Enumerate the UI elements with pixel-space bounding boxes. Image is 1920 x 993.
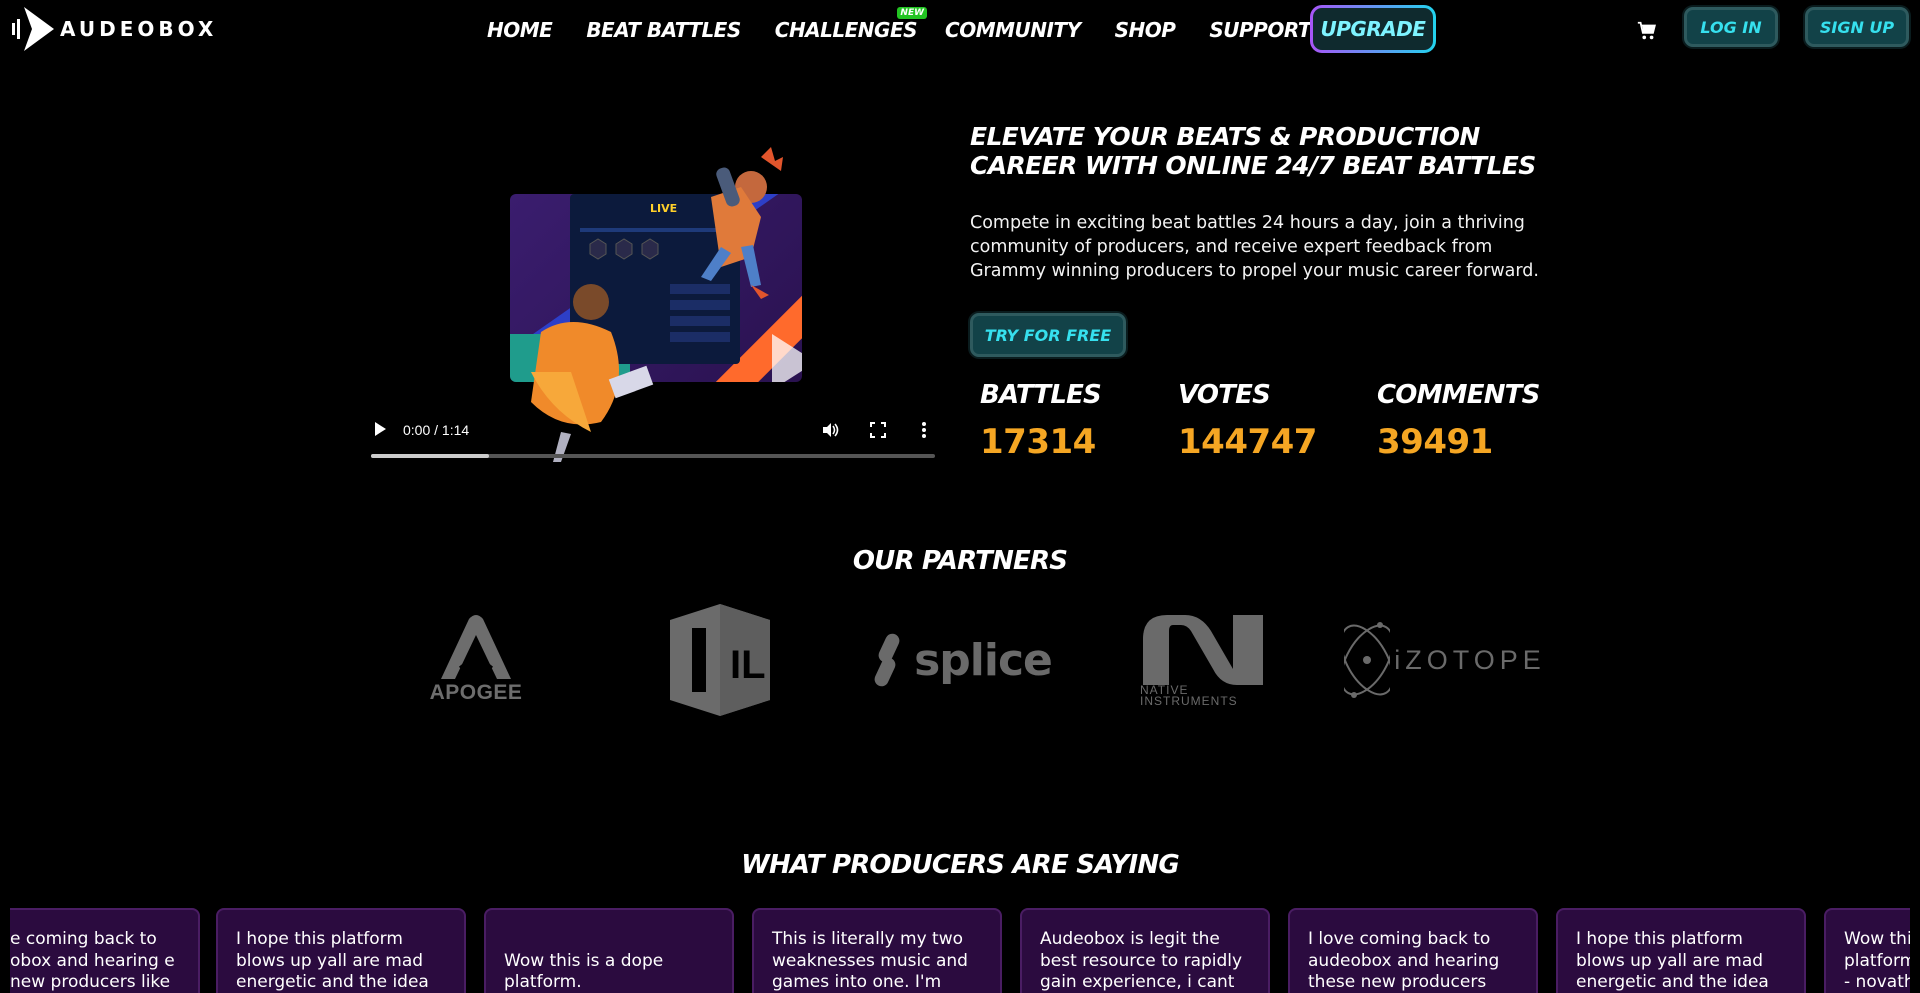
izotope-wordmark: iZOTOPE [1394, 644, 1546, 675]
play-icon[interactable] [375, 422, 386, 436]
video-time: 0:00 / 1:14 [403, 422, 470, 438]
signup-button[interactable]: SIGN UP [1805, 7, 1909, 47]
testimonial-text: I hope this platform blows up yall are m… [236, 929, 429, 992]
main-menu: HOME BEAT BATTLES CHALLENGES NEW COMMUNI… [487, 7, 1345, 42]
stat-battles: BATTLES 17314 [980, 380, 1102, 462]
nav-support[interactable]: SUPPORT [1209, 8, 1311, 42]
testimonial-text: I hope this platform blows up yall are m… [1576, 929, 1769, 992]
stat-value: 39491 [1377, 422, 1493, 462]
video-progress-fill [371, 454, 490, 458]
brand-name: AUDEOBOX [60, 17, 218, 41]
hero-video[interactable]: LIVE 0:00 / 1:14 [371, 132, 935, 462]
il-wordmark: IL [730, 643, 766, 687]
audeobox-logo-icon [12, 7, 54, 51]
testimonial-card: I love coming back to audeobox and heari… [1288, 908, 1538, 993]
izotope-logo-icon [1344, 622, 1391, 698]
testimonial-text: Wow thi platform - novath [1844, 929, 1910, 992]
testimonial-text: Wow this is a dope platform. - novathewi… [504, 950, 664, 993]
testimonial-card: I hope this platform blows up yall are m… [216, 908, 466, 993]
login-button[interactable]: LOG IN [1684, 7, 1778, 47]
partner-logo-il: IL [660, 600, 780, 720]
stat-value: 144747 [1178, 422, 1317, 462]
partner-logo-izotope: iZOTOPE [1330, 600, 1560, 720]
video-progress-bar[interactable] [371, 454, 935, 458]
partner-logo-apogee: APOGEE [420, 600, 532, 720]
stats-panel: BATTLES 17314 VOTES 144747 COMMENTS 3949… [980, 380, 1600, 470]
partner-logo-native-instruments: NATIVE INSTRUMENTS [1136, 600, 1270, 720]
nav-community[interactable]: COMMUNITY [945, 8, 1081, 42]
splice-logo-icon [874, 633, 900, 687]
cart-icon[interactable] [1636, 20, 1658, 42]
testimonial-text: This is literally my two weaknesses musi… [772, 929, 968, 992]
stat-label: VOTES [1178, 380, 1271, 410]
testimonial-card: Wow this is a dope platform. - novathewi… [484, 908, 734, 993]
hero-title-line1: ELEVATE YOUR BEATS & PRODUCTION [970, 122, 1480, 151]
try-for-free-button[interactable]: TRY FOR FREE [970, 313, 1126, 357]
stat-value: 17314 [980, 422, 1096, 462]
testimonials-title: WHAT PRODUCERS ARE SAYING [741, 850, 1180, 880]
nav-challenges-label: CHALLENGES [774, 18, 918, 42]
volume-icon[interactable] [821, 421, 839, 439]
more-options-icon[interactable] [921, 421, 927, 439]
new-badge: NEW [897, 7, 928, 19]
stat-label: COMMENTS [1377, 380, 1540, 410]
testimonial-carousel[interactable]: e coming back to obox and hearing e new … [10, 908, 1910, 993]
nav-challenges[interactable]: CHALLENGES NEW [774, 7, 928, 42]
testimonial-text: e coming back to obox and hearing e new … [10, 929, 175, 992]
image-line-logo-icon: IL [670, 604, 770, 716]
nav-shop[interactable]: SHOP [1115, 8, 1176, 42]
stat-votes: VOTES 144747 [1178, 380, 1317, 462]
partners-title: OUR PARTNERS [852, 546, 1068, 576]
hero-description: Compete in exciting beat battles 24 hour… [970, 213, 1539, 281]
native-instruments-wordmark: NATIVE INSTRUMENTS [1140, 683, 1238, 708]
apogee-wordmark: APOGEE [429, 681, 523, 704]
testimonial-card: I hope this platform blows up yall are m… [1556, 908, 1806, 993]
testimonial-text: Audeobox is legit the best resource to r… [1040, 929, 1243, 992]
testimonial-card: This is literally my two weaknesses musi… [752, 908, 1002, 993]
testimonial-card: e coming back to obox and hearing e new … [10, 908, 200, 993]
partner-logo-splice: splice [868, 600, 1053, 720]
testimonial-text: I love coming back to audeobox and heari… [1308, 929, 1500, 992]
brand-logo[interactable]: AUDEOBOX [10, 5, 217, 53]
nav-home[interactable]: HOME [487, 8, 553, 42]
nav-beat-battles[interactable]: BEAT BATTLES [586, 8, 741, 42]
top-nav: AUDEOBOX HOME BEAT BATTLES CHALLENGES NE… [0, 0, 1920, 58]
play-overlay-icon[interactable] [772, 334, 802, 382]
apogee-logo-icon [441, 615, 511, 679]
video-controls: 0:00 / 1:14 [371, 412, 935, 452]
stat-label: BATTLES [980, 380, 1102, 410]
upgrade-button[interactable]: UPGRADE [1310, 5, 1436, 53]
testimonial-card: Wow thi platform - novath [1824, 908, 1910, 993]
fullscreen-icon[interactable] [870, 422, 886, 438]
hero-title-line2: CAREER WITH ONLINE 24/7 BEAT BATTLES [970, 151, 1536, 180]
testimonial-card: Audeobox is legit the best resource to r… [1020, 908, 1270, 993]
splice-wordmark: splice [914, 634, 1053, 686]
stat-comments: COMMENTS 39491 [1377, 380, 1540, 462]
native-instruments-logo-icon [1143, 615, 1263, 685]
hero-title: ELEVATE YOUR BEATS & PRODUCTION CAREER W… [970, 122, 1590, 180]
